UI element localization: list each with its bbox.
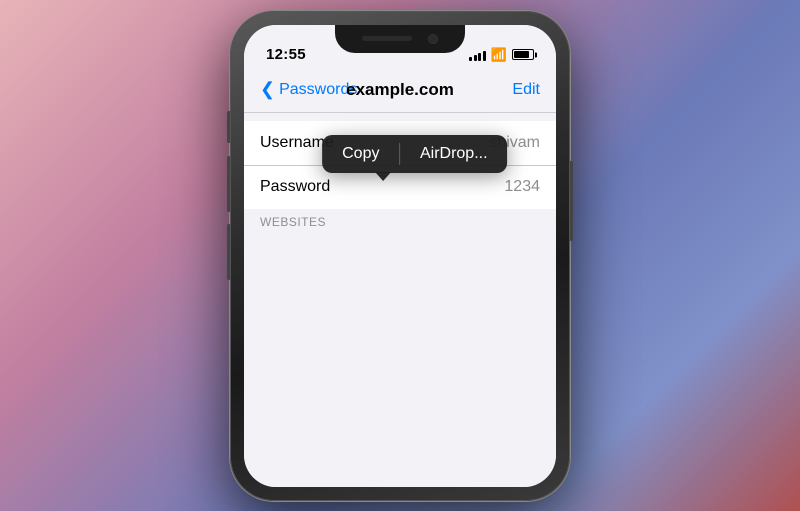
- websites-section-header: WEBSITES: [244, 209, 556, 233]
- speaker: [362, 36, 412, 41]
- airdrop-button[interactable]: AirDrop...: [400, 135, 508, 173]
- signal-icon: [469, 49, 486, 61]
- content-area: Username shivam Copy AirDrop... Password…: [244, 113, 556, 487]
- username-row[interactable]: Username shivam Copy AirDrop...: [244, 121, 556, 165]
- back-button[interactable]: ❮ Passwords: [260, 80, 357, 100]
- navigation-bar: ❮ Passwords example.com Edit: [244, 69, 556, 113]
- password-label: Password: [260, 178, 330, 196]
- volume-up-button: [227, 156, 230, 212]
- mute-button: [227, 111, 230, 143]
- edit-button[interactable]: Edit: [512, 81, 540, 99]
- battery-icon: [512, 49, 534, 60]
- status-icons: 📶: [469, 47, 534, 63]
- credentials-section: Username shivam Copy AirDrop... Password…: [244, 121, 556, 209]
- screen: 12:55 📶 ❮ Passwords: [244, 25, 556, 487]
- status-time: 12:55: [266, 46, 306, 63]
- context-menu: Copy AirDrop...: [322, 135, 507, 173]
- page-title: example.com: [346, 80, 454, 100]
- menu-arrow: [375, 172, 391, 181]
- wifi-icon: 📶: [491, 47, 507, 63]
- password-value: 1234: [504, 178, 540, 196]
- volume-down-button: [227, 224, 230, 280]
- phone-device: 12:55 📶 ❮ Passwords: [230, 11, 570, 501]
- copy-button[interactable]: Copy: [322, 135, 399, 173]
- chevron-left-icon: ❮: [260, 79, 275, 100]
- front-camera: [428, 34, 438, 44]
- power-button: [570, 161, 573, 241]
- notch: [335, 25, 465, 53]
